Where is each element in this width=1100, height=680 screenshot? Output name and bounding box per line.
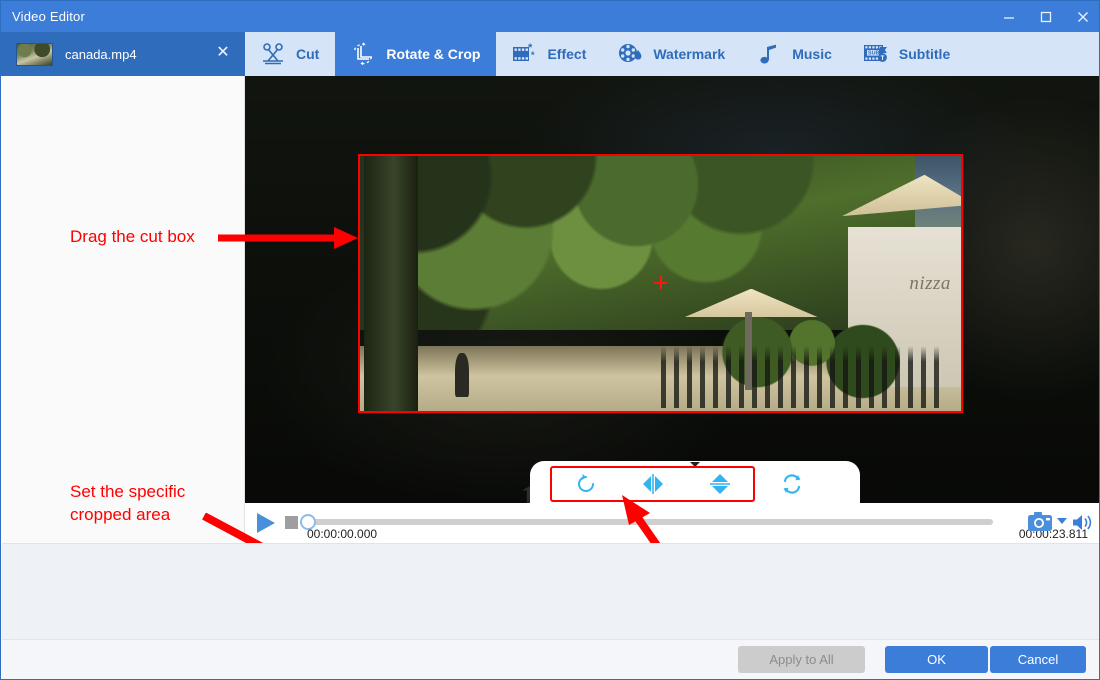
main-toolbar: Cut Rotate & Crop * * Effect Watermark M… xyxy=(245,32,1099,76)
rotate-crop-icon xyxy=(349,40,377,68)
left-annotation-panel xyxy=(2,76,245,543)
minimize-button[interactable] xyxy=(990,1,1027,32)
crop-selection-box[interactable]: nizza xyxy=(358,154,963,413)
stop-button[interactable] xyxy=(285,516,298,529)
video-editor-window: Video Editor canada.mp4 ✕ Cut Rotate & C… xyxy=(0,0,1100,680)
tab-music[interactable]: Music xyxy=(741,32,848,76)
video-preview-stage[interactable]: 11:30 AM NIZZA GARD nizza xyxy=(245,76,1099,503)
title-bar: Video Editor xyxy=(1,1,1099,32)
tab-subtitle-label: Subtitle xyxy=(898,46,951,62)
tab-subtitle[interactable]: SUB T Subtitle xyxy=(848,32,966,76)
window-title: Video Editor xyxy=(12,9,85,24)
file-tab-label: canada.mp4 xyxy=(65,46,137,62)
svg-text:T: T xyxy=(881,56,885,62)
tab-music-label: Music xyxy=(792,46,832,62)
current-time-label: 00:00:00.000 xyxy=(307,527,378,541)
window-controls xyxy=(990,1,1099,32)
tab-watermark-label: Watermark xyxy=(653,46,726,62)
maximize-button[interactable] xyxy=(1027,1,1064,32)
snapshot-icon[interactable] xyxy=(1027,510,1055,534)
crop-settings-panel: Cropped Area Size: 504 x 217 Reset Origi… xyxy=(2,543,1099,639)
annotation-set-cropped-area: Set the specific cropped area xyxy=(70,482,186,524)
building-sign-text: nizza xyxy=(909,273,951,295)
tab-cut-label: Cut xyxy=(296,46,320,62)
reset-rotation-button[interactable] xyxy=(774,468,810,500)
ok-button[interactable]: OK xyxy=(885,646,988,673)
music-note-icon xyxy=(755,40,783,68)
cancel-button[interactable]: Cancel xyxy=(990,646,1086,673)
tab-effect-label: Effect xyxy=(547,46,587,62)
tab-effect[interactable]: * * Effect xyxy=(496,32,602,76)
play-button[interactable] xyxy=(253,511,279,535)
rotate-flip-toolbar xyxy=(530,461,860,503)
tab-watermark[interactable]: Watermark xyxy=(602,32,741,76)
effect-icon: * * xyxy=(510,40,538,68)
seek-slider[interactable] xyxy=(300,514,993,530)
player-control-bar: 00:00:00.000 00:00:23.811 xyxy=(245,503,1099,543)
file-tab-canada[interactable]: canada.mp4 ✕ xyxy=(1,32,245,76)
tab-rotate-crop[interactable]: Rotate & Crop xyxy=(335,32,497,76)
rotate-button[interactable] xyxy=(569,469,603,499)
volume-icon[interactable] xyxy=(1071,513,1093,532)
rotate-flip-group xyxy=(550,466,755,502)
volume-dropdown-icon[interactable] xyxy=(1057,518,1067,524)
flip-horizontal-button[interactable] xyxy=(636,469,670,499)
annotation-drag-cut-box: Drag the cut box xyxy=(70,227,195,246)
svg-text:SUB: SUB xyxy=(868,51,879,57)
cropped-video-content: nizza xyxy=(360,156,961,411)
close-button[interactable] xyxy=(1064,1,1099,32)
subtitle-icon: SUB T xyxy=(862,40,890,68)
tab-rotate-crop-label: Rotate & Crop xyxy=(386,46,481,62)
file-thumbnail xyxy=(16,42,53,66)
flip-vertical-button[interactable] xyxy=(703,469,737,499)
apply-to-all-button[interactable]: Apply to All xyxy=(738,646,865,673)
tab-cut[interactable]: Cut xyxy=(245,32,335,76)
svg-text:*: * xyxy=(531,50,535,60)
tab-toolbar-row: canada.mp4 ✕ Cut Rotate & Crop * * Effec… xyxy=(1,32,1099,76)
file-tab-close-icon[interactable]: ✕ xyxy=(215,45,231,61)
watermark-icon xyxy=(616,40,644,68)
scissors-icon xyxy=(259,40,287,68)
